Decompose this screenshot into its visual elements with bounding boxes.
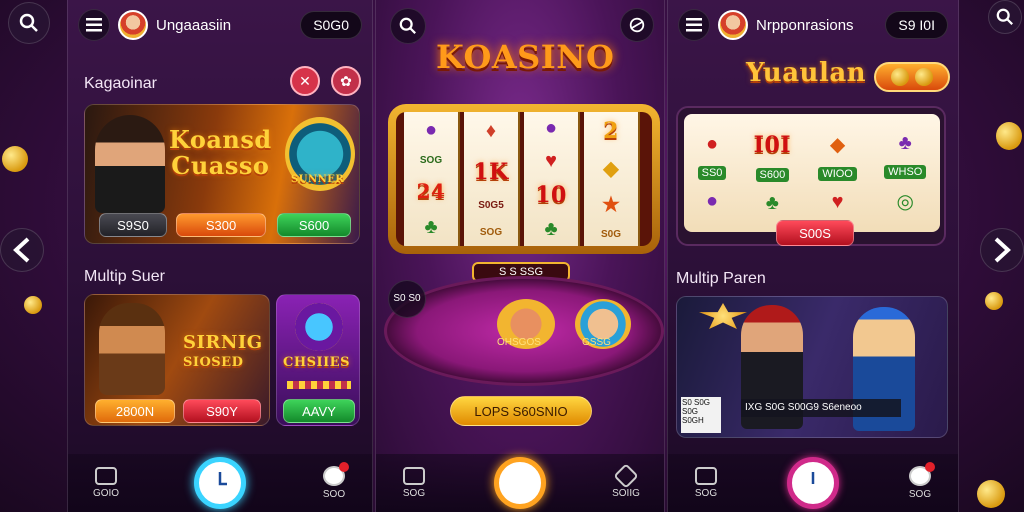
chip-badge[interactable]: S0 S0 <box>388 280 426 318</box>
decor-strip <box>287 381 351 389</box>
app-title: Nrpponrasions <box>756 16 854 34</box>
nav-rewards[interactable]: SOG <box>900 462 940 500</box>
center-action-button[interactable] <box>194 457 246 509</box>
play-button[interactable]: 2800N <box>95 399 175 423</box>
app-header: Ungaaasiin S0G0 <box>78 8 362 42</box>
lobby-screen-left: Ungaaasiin S0G0 Kagaoinar ✕ ✿ Koansd Cua… <box>67 0 373 512</box>
slot-screen-center: KOASINO ● SOG 24 ♣ ♦ 1K S0G5 SOG ● ♥ 10 ♣ 2 ◆ ★ S0G … <box>375 0 665 512</box>
cards-icon[interactable]: ✕ <box>290 66 320 96</box>
settings-button[interactable] <box>620 8 654 42</box>
nav-home[interactable]: SOG <box>394 467 434 499</box>
play-cta-button[interactable]: LOPS S60SNIO <box>450 396 592 426</box>
chevron-left-icon <box>13 237 30 263</box>
nav-game[interactable]: SOIIG <box>606 463 646 499</box>
game-logo: Yuaulan <box>746 58 867 88</box>
reel-2: I0I S600 ♣ <box>753 131 792 214</box>
bet-button-2[interactable]: S300 <box>176 213 266 237</box>
search-icon[interactable] <box>988 0 1022 34</box>
character-image <box>99 303 165 395</box>
clock-icon <box>218 472 227 486</box>
section-title: Kagaoinar <box>84 75 157 92</box>
carousel-next-button[interactable] <box>980 228 1024 272</box>
image-icon <box>695 467 717 485</box>
lobby-screen-right: Nrpponrasions S9 I0I Yuaulan ● SS0 ● I0I S6… <box>667 0 959 512</box>
game-logo: Koansd Cuasso <box>169 125 272 180</box>
reel-1: ● SOG 24 ♣ <box>404 112 460 246</box>
gift-icon <box>909 462 935 486</box>
bottom-nav: SOG SOG <box>668 454 958 512</box>
bet-button[interactable]: S90Y <box>183 399 261 423</box>
reel-4: 2 ◆ ★ S0G <box>584 112 640 246</box>
coins-chip[interactable] <box>874 62 950 92</box>
reels-window: ● SS0 ● I0I S600 ♣ ◆ WIOO ♥ ♣ WHSO ◎ <box>684 114 940 232</box>
image-icon <box>95 467 117 485</box>
promo-side-note: S0 S0G S0G S0GH <box>681 397 721 433</box>
slot-preview[interactable]: ● SS0 ● I0I S600 ♣ ◆ WIOO ♥ ♣ WHSO ◎ S00S <box>676 106 946 246</box>
balance-pill[interactable]: S9 I0I <box>885 11 948 39</box>
game-logo: CHSIIES <box>283 355 350 370</box>
gift-icon <box>323 462 349 486</box>
card-table: OHSGOS GSSG <box>384 276 664 386</box>
game-logo: SIRNIG SIOSED <box>183 332 263 371</box>
promo-banner: IXG S0G S00G9 S6eneoo <box>741 399 901 417</box>
bottom-nav: GOIO SOO <box>68 454 372 512</box>
coin-icon <box>915 68 933 86</box>
live-dealer-card[interactable]: IXG S0G S00G9 S6eneoo S0 S0G S0G S0GH <box>676 296 948 438</box>
nav-home[interactable]: SOG <box>686 467 726 499</box>
carousel-prev-button[interactable] <box>0 228 44 272</box>
hamburger-icon <box>686 18 702 32</box>
play-button[interactable]: AAVY <box>283 399 355 423</box>
bet-button-3[interactable]: S600 <box>277 213 351 237</box>
diamond-icon <box>613 463 639 489</box>
game-card-a[interactable]: SIRNIG SIOSED 2800N S90Y <box>84 294 270 426</box>
chevron-right-icon <box>994 237 1011 263</box>
game-logo: KOASINO <box>436 38 615 76</box>
center-action-button[interactable] <box>787 457 839 509</box>
spin-button[interactable] <box>494 457 546 509</box>
balance-pill[interactable]: S0G0 <box>300 11 362 39</box>
badge-image: SUNNER <box>285 117 355 191</box>
clock-icon <box>811 472 815 484</box>
globe-icon <box>629 17 645 33</box>
app-header: Nrpponrasions S9 I0I <box>678 8 948 42</box>
reel-1: ● SS0 ● <box>697 133 727 213</box>
star-badge <box>699 303 747 329</box>
reel-3: ● ♥ 10 ♣ <box>524 112 580 246</box>
avatar[interactable] <box>718 10 748 40</box>
section-title: Multip Suer <box>84 268 165 285</box>
bet-button-1[interactable]: S9S0 <box>99 213 167 237</box>
section-title: Multip Paren <box>676 270 766 287</box>
search-button[interactable] <box>390 8 426 44</box>
dice-icon[interactable]: ✿ <box>331 66 361 96</box>
spin-button[interactable]: S00S <box>776 220 854 246</box>
reel-2: ♦ 1K S0G5 SOG <box>464 112 520 246</box>
menu-button[interactable] <box>678 9 710 41</box>
reel-4: ♣ WHSO ◎ <box>884 132 927 214</box>
bottom-nav: SOG SOIIG <box>376 454 664 512</box>
nav-rewards[interactable]: SOO <box>314 462 354 500</box>
reels-window: ● SOG 24 ♣ ♦ 1K S0G5 SOG ● ♥ 10 ♣ 2 ◆ ★ S0G <box>396 112 652 246</box>
reel-3: ◆ WIOO ♥ <box>818 132 857 214</box>
game-card-b[interactable]: CHSIIES AAVY <box>276 294 360 426</box>
nav-home[interactable]: GOIO <box>86 467 126 499</box>
game-emblem <box>295 303 343 351</box>
app-title: Ungaaasiin <box>156 16 232 34</box>
image-icon <box>403 467 425 485</box>
slot-machine: ● SOG 24 ♣ ♦ 1K S0G5 SOG ● ♥ 10 ♣ 2 ◆ ★ S0G <box>388 104 660 254</box>
search-icon <box>399 17 416 34</box>
dealer-image <box>95 115 165 213</box>
coin-icon <box>891 68 909 86</box>
featured-game-card[interactable]: Koansd Cuasso SUNNER S9S0 S300 S600 <box>84 104 360 244</box>
search-icon[interactable] <box>8 2 50 44</box>
avatar[interactable] <box>118 10 148 40</box>
hamburger-icon <box>86 18 102 32</box>
menu-button[interactable] <box>78 9 110 41</box>
